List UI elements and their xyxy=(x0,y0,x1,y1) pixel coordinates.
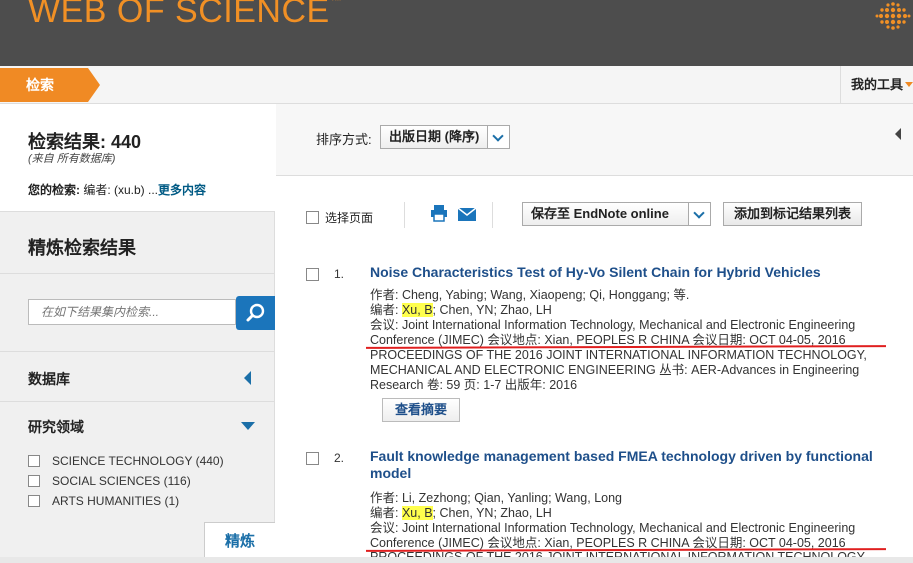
refine-search-input[interactable] xyxy=(28,299,236,325)
research-area-text: ARTS HUMANITIES (1) xyxy=(52,494,180,508)
left-sidebar: 检索结果: 440 (来自 所有数据库) 您的检索: 编者: (xu.b) ..… xyxy=(0,104,275,563)
view-abstract-button[interactable]: 查看摘要 xyxy=(382,398,461,422)
editors-prefix: 编者: xyxy=(370,303,402,317)
record-source: PROCEEDINGS OF THE 2016 JOINT INTERNATIO… xyxy=(370,348,867,362)
editors-rest: ; Chen, YN; Zhao, LH xyxy=(432,506,552,520)
research-area-label: 研究领域 xyxy=(28,419,84,435)
checkbox[interactable] xyxy=(28,455,40,467)
record-source: MECHANICAL AND ELECTRONIC ENGINEERING 丛书… xyxy=(370,363,860,377)
main-navbar: 检索 我的工具 xyxy=(0,66,913,104)
research-area-filter: 研究领域 SCIENCE TECHNOLOGY (440) SOCIAL SCI… xyxy=(0,402,275,563)
select-page-checkbox[interactable] xyxy=(306,211,319,224)
record-volume-pages: Research 卷: 59 页: 1-7 出版年: 2016 xyxy=(370,378,578,392)
tab-search[interactable]: 检索 xyxy=(0,68,100,102)
checkbox[interactable] xyxy=(28,475,40,487)
record-authors: 作者: Cheng, Yabing; Wang, Xiaopeng; Qi, H… xyxy=(370,288,690,302)
your-search-value: 编者: (xu.b) ... xyxy=(80,183,159,197)
more-link[interactable]: 更多内容 xyxy=(158,183,206,197)
editors-prefix: 编者: xyxy=(370,506,402,520)
editors-rest: ; Chen, YN; Zhao, LH xyxy=(432,303,552,317)
result-source: (来自 所有数据库) xyxy=(28,153,116,165)
chevron-down-icon xyxy=(688,203,710,225)
sort-bar: 排序方式: 出版日期 (降序) xyxy=(276,104,913,176)
divider xyxy=(404,202,405,228)
research-area-item[interactable]: ARTS HUMANITIES (1) xyxy=(28,494,179,508)
collapse-down-icon[interactable] xyxy=(241,422,255,430)
select-page-label: 选择页面 xyxy=(325,211,374,225)
search-icon xyxy=(246,303,265,322)
record-authors: 作者: Li, Zezhong; Qian, Yanling; Wang, Lo… xyxy=(370,491,622,505)
my-tools-menu[interactable]: 我的工具 xyxy=(840,66,913,104)
expand-left-icon[interactable] xyxy=(244,371,251,385)
save-to-label: 保存至 EndNote online xyxy=(531,206,669,221)
research-area-item[interactable]: SOCIAL SCIENCES (116) xyxy=(28,474,191,488)
refine-search-button[interactable] xyxy=(236,296,275,330)
your-search-label: 您的检索: xyxy=(28,183,80,197)
research-area-text: SOCIAL SCIENCES (116) xyxy=(52,474,191,488)
checkbox[interactable] xyxy=(28,495,40,507)
results-toolbar: 选择页面 保存至 EndNote online 添加到标记结果列表 xyxy=(276,176,913,246)
record-editors: 编者: Xu, B; Chen, YN; Zhao, LH xyxy=(370,506,552,521)
print-icon[interactable] xyxy=(430,204,448,222)
your-search: 您的检索: 编者: (xu.b) ...更多内容 xyxy=(28,181,206,198)
chevron-down-icon xyxy=(487,126,509,148)
refine-search-section xyxy=(0,274,275,352)
logo-text: WEB OF SCIENCE xyxy=(28,0,330,30)
result-record: 2. Fault knowledge management based FMEA… xyxy=(276,448,913,563)
sort-label: 排序方式: xyxy=(316,132,372,147)
database-filter[interactable]: 数据库 xyxy=(0,352,275,402)
sort-value: 出版日期 (降序) xyxy=(389,129,480,144)
record-checkbox[interactable] xyxy=(306,268,319,281)
record-number: 2. xyxy=(334,451,345,465)
web-of-science-logo[interactable]: WEB OF SCIENCE™ xyxy=(28,0,342,31)
add-to-marked-list-button[interactable]: 添加到标记结果列表 xyxy=(723,202,863,226)
record-conference: 会议: Joint International Information Tech… xyxy=(370,521,856,535)
bottom-strip xyxy=(0,557,913,563)
record-editors: 编者: Xu, B; Chen, YN; Zhao, LH xyxy=(370,303,552,318)
logo-trademark: ™ xyxy=(329,0,343,7)
globe-logo-icon xyxy=(875,2,911,30)
refine-header: 精炼检索结果 xyxy=(0,212,275,274)
record-checkbox[interactable] xyxy=(306,452,319,465)
record-title-link[interactable]: Noise Characteristics Test of Hy-Vo Sile… xyxy=(370,264,900,281)
editor-highlight-link[interactable]: Xu, B xyxy=(401,506,433,520)
header-banner: WEB OF SCIENCE™ xyxy=(0,0,913,66)
email-icon[interactable] xyxy=(458,208,476,221)
result-summary: 检索结果: 440 (来自 所有数据库) 您的检索: 编者: (xu.b) ..… xyxy=(0,104,275,212)
research-area-item[interactable]: SCIENCE TECHNOLOGY (440) xyxy=(28,454,224,468)
my-tools-label: 我的工具 xyxy=(851,77,904,92)
divider xyxy=(492,202,493,228)
sort-select[interactable]: 出版日期 (降序) xyxy=(380,125,510,149)
select-page[interactable]: 选择页面 xyxy=(306,209,373,226)
results-panel: 排序方式: 出版日期 (降序) 选择页面 保存至 EndNote online … xyxy=(276,104,913,563)
result-record: 1. Noise Characteristics Test of Hy-Vo S… xyxy=(276,264,913,424)
record-title-link[interactable]: Fault knowledge management based FMEA te… xyxy=(370,448,900,482)
chevron-down-icon xyxy=(905,82,913,87)
save-to-select[interactable]: 保存至 EndNote online xyxy=(522,202,711,226)
record-conference: 会议: Joint International Information Tech… xyxy=(370,318,856,332)
record-number: 1. xyxy=(334,267,345,281)
editor-highlight-link[interactable]: Xu, B xyxy=(401,303,433,317)
database-label: 数据库 xyxy=(28,371,70,387)
collapse-panel-icon[interactable] xyxy=(895,128,901,140)
refine-title: 精炼检索结果 xyxy=(28,238,136,258)
research-area-text: SCIENCE TECHNOLOGY (440) xyxy=(52,454,224,468)
